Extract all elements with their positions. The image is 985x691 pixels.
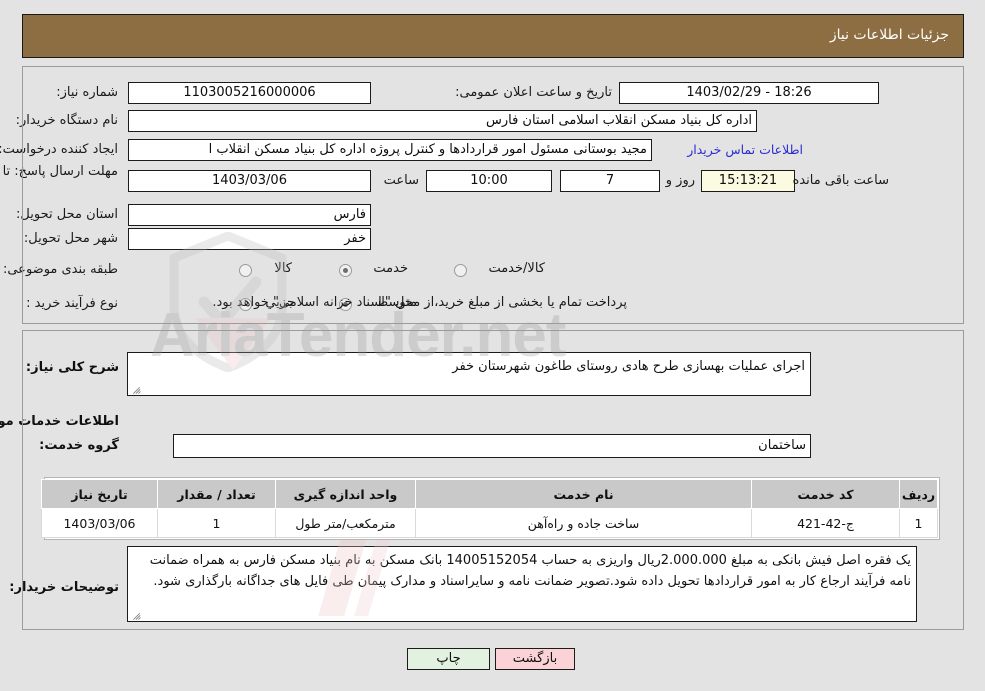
col-date: تاریخ نیاز (41, 479, 158, 509)
col-code: کد خدمت (751, 479, 900, 509)
page-title: جزئیات اطلاعات نیاز (829, 27, 949, 43)
col-index: ردیف (899, 479, 938, 509)
print-button[interactable]: چاپ (407, 648, 490, 670)
back-button[interactable]: بازگشت (495, 648, 575, 670)
table-header-row: ردیف کد خدمت نام خدمت واحد اندازه گیری ت… (41, 479, 938, 509)
cell-name: ساخت جاده و راه‌آهن (415, 508, 752, 538)
cell-quantity: 1 (157, 508, 276, 538)
col-unit: واحد اندازه گیری (275, 479, 416, 509)
cell-unit: مترمکعب/متر طول (275, 508, 416, 538)
page-root: AriaTender.net جزئیات اطلاعات نیاز شماره… (0, 0, 985, 691)
cell-code: ج-42-421 (751, 508, 900, 538)
table-row: 1 ج-42-421 ساخت جاده و راه‌آهن مترمکعب/م… (41, 508, 938, 538)
page-header-bar: جزئیات اطلاعات نیاز (22, 14, 964, 58)
need-info-panel (22, 66, 964, 324)
col-name: نام خدمت (415, 479, 752, 509)
col-quantity: تعداد / مقدار (157, 479, 276, 509)
cell-index: 1 (899, 508, 938, 538)
cell-date: 1403/03/06 (41, 508, 158, 538)
services-table: ردیف کد خدمت نام خدمت واحد اندازه گیری ت… (41, 477, 940, 540)
